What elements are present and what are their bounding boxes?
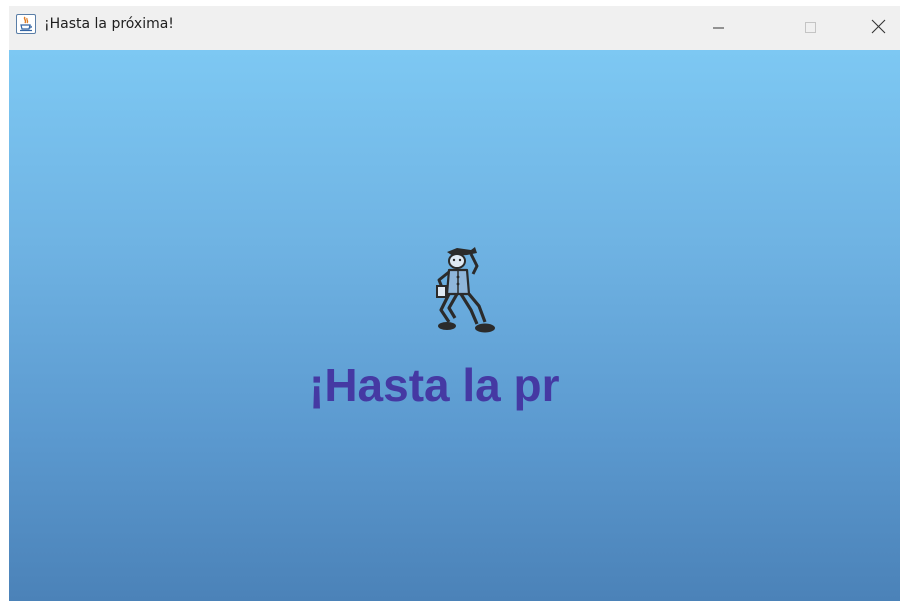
maximize-button[interactable]: [787, 6, 833, 42]
close-button[interactable]: [854, 6, 900, 42]
minimize-icon: [713, 27, 724, 29]
content-panel: ¡Hasta la pr: [9, 50, 900, 601]
minimize-button[interactable]: [695, 6, 741, 42]
java-cup-icon[interactable]: [16, 14, 36, 34]
title-bar[interactable]: ¡Hasta la próxima!: [9, 6, 900, 50]
app-window: ¡Hasta la próxima! ¡Hasta la pr: [9, 6, 900, 601]
close-icon: [871, 19, 886, 34]
maximize-icon: [805, 22, 816, 33]
farewell-message: ¡Hasta la pr: [309, 359, 560, 411]
dancing-man-icon: [436, 247, 495, 333]
window-title: ¡Hasta la próxima!: [44, 16, 174, 32]
